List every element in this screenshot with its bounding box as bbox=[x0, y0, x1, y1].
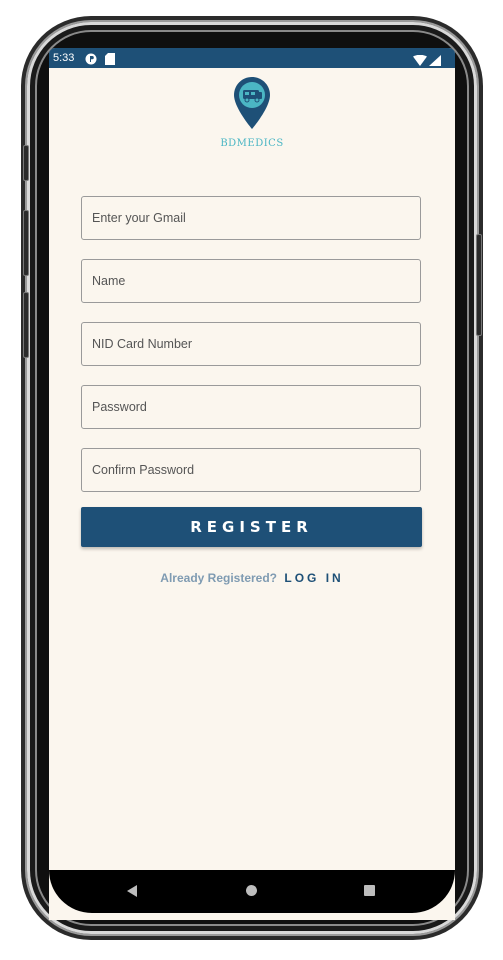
login-link[interactable]: LOG IN bbox=[284, 571, 343, 585]
password-field[interactable] bbox=[81, 385, 421, 429]
status-time: 5:33 bbox=[53, 52, 75, 64]
name-input[interactable] bbox=[82, 260, 420, 302]
confirm-password-input[interactable] bbox=[82, 449, 420, 491]
wifi-icon bbox=[413, 53, 427, 73]
status-bar: 5:33 bbox=[49, 48, 455, 68]
login-prompt: Already Registered? LOG IN bbox=[49, 571, 455, 585]
gmail-input[interactable] bbox=[82, 197, 420, 239]
volume-up-button bbox=[23, 145, 29, 181]
volume-down-button bbox=[23, 210, 29, 276]
confirm-password-field[interactable] bbox=[81, 448, 421, 492]
home-icon[interactable] bbox=[246, 885, 257, 896]
back-icon[interactable] bbox=[127, 885, 137, 897]
nid-input[interactable] bbox=[82, 323, 420, 365]
name-field[interactable] bbox=[81, 259, 421, 303]
notification-icon bbox=[85, 52, 97, 72]
already-registered-text: Already Registered? bbox=[160, 571, 278, 585]
gmail-field[interactable] bbox=[81, 196, 421, 240]
signal-icon bbox=[429, 53, 441, 73]
side-button-lower bbox=[23, 292, 29, 358]
location-pin-van-icon bbox=[233, 77, 271, 134]
navigation-bar bbox=[49, 870, 455, 913]
nid-field[interactable] bbox=[81, 322, 421, 366]
app-logo bbox=[49, 76, 455, 135]
logo-text: BDMEDICS bbox=[220, 138, 284, 149]
register-button[interactable]: REGISTER bbox=[81, 507, 422, 547]
app-screen: 5:33 BDMEDICS Enter your Gmail Name NID … bbox=[49, 48, 455, 920]
recents-icon[interactable] bbox=[364, 885, 375, 896]
password-input[interactable] bbox=[82, 386, 420, 428]
power-button bbox=[476, 234, 482, 336]
sd-card-icon bbox=[105, 52, 115, 72]
